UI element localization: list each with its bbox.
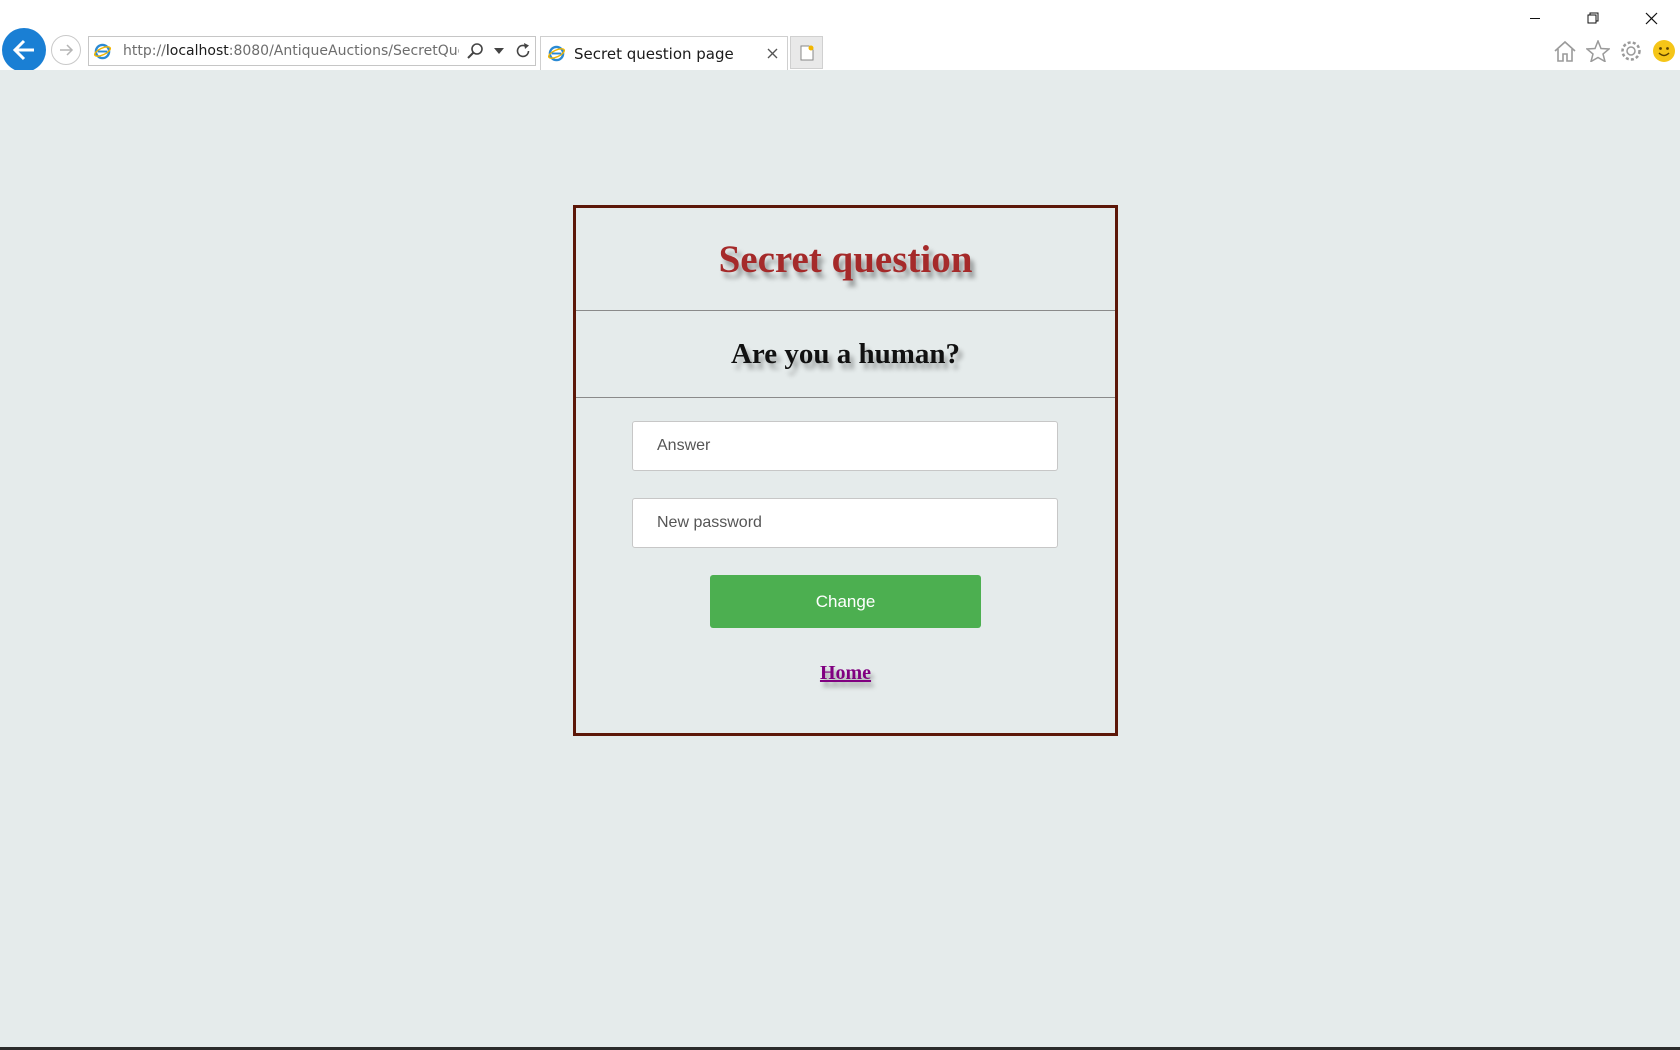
favorites-button[interactable] (1581, 36, 1614, 66)
close-window-button[interactable] (1622, 0, 1680, 36)
address-tools (459, 37, 535, 65)
card-header: Secret question (576, 208, 1115, 311)
window-controls (1506, 0, 1680, 36)
browser-chrome: http://localhost:8080/AntiqueAuctions/Se… (0, 0, 1680, 72)
forward-button[interactable] (51, 35, 81, 65)
minimize-icon (1530, 18, 1540, 19)
dropdown-button[interactable] (487, 37, 511, 65)
refresh-button[interactable] (511, 37, 535, 65)
question-section: Are you a human? (576, 311, 1115, 398)
page-title: Secret question (718, 237, 973, 281)
gear-icon (1620, 41, 1641, 61)
restore-icon (1587, 12, 1599, 24)
chevron-down-icon (494, 48, 504, 54)
tab-secret-question[interactable]: Secret question page (540, 36, 788, 70)
star-icon (1585, 40, 1610, 62)
browser-toolbar (1548, 36, 1680, 66)
home-link-container: Home (576, 662, 1115, 685)
tab-close-button[interactable] (763, 44, 781, 62)
restore-button[interactable] (1564, 0, 1622, 36)
answer-input[interactable] (632, 421, 1058, 471)
address-bar[interactable]: http://localhost:8080/AntiqueAuctions/Se… (88, 36, 536, 66)
home-button[interactable] (1548, 36, 1581, 66)
ie-favicon-icon (94, 43, 111, 60)
secret-question-text: Are you a human? (730, 337, 961, 370)
refresh-icon (516, 43, 530, 58)
arrow-right-icon (60, 44, 74, 56)
home-icon (1553, 40, 1576, 62)
ie-favicon-icon (548, 45, 565, 62)
new-password-input[interactable] (632, 498, 1058, 548)
close-icon (1645, 12, 1657, 24)
arrow-left-icon (12, 39, 34, 61)
back-button[interactable] (2, 28, 46, 72)
close-icon (767, 48, 777, 58)
minimize-button[interactable] (1506, 0, 1564, 36)
search-button[interactable] (463, 37, 487, 65)
settings-button[interactable] (1614, 36, 1647, 66)
home-link[interactable]: Home (820, 662, 871, 684)
new-tab-icon (800, 45, 813, 60)
page-body: Secret question Are you a human? Change … (0, 70, 1680, 1047)
change-button[interactable]: Change (710, 575, 981, 628)
new-tab-button[interactable] (790, 36, 823, 69)
smiley-icon (1652, 40, 1675, 62)
secret-question-card: Secret question Are you a human? Change … (573, 205, 1118, 736)
tab-title: Secret question page (574, 45, 734, 63)
search-icon (467, 43, 483, 59)
feedback-button[interactable] (1647, 36, 1680, 66)
